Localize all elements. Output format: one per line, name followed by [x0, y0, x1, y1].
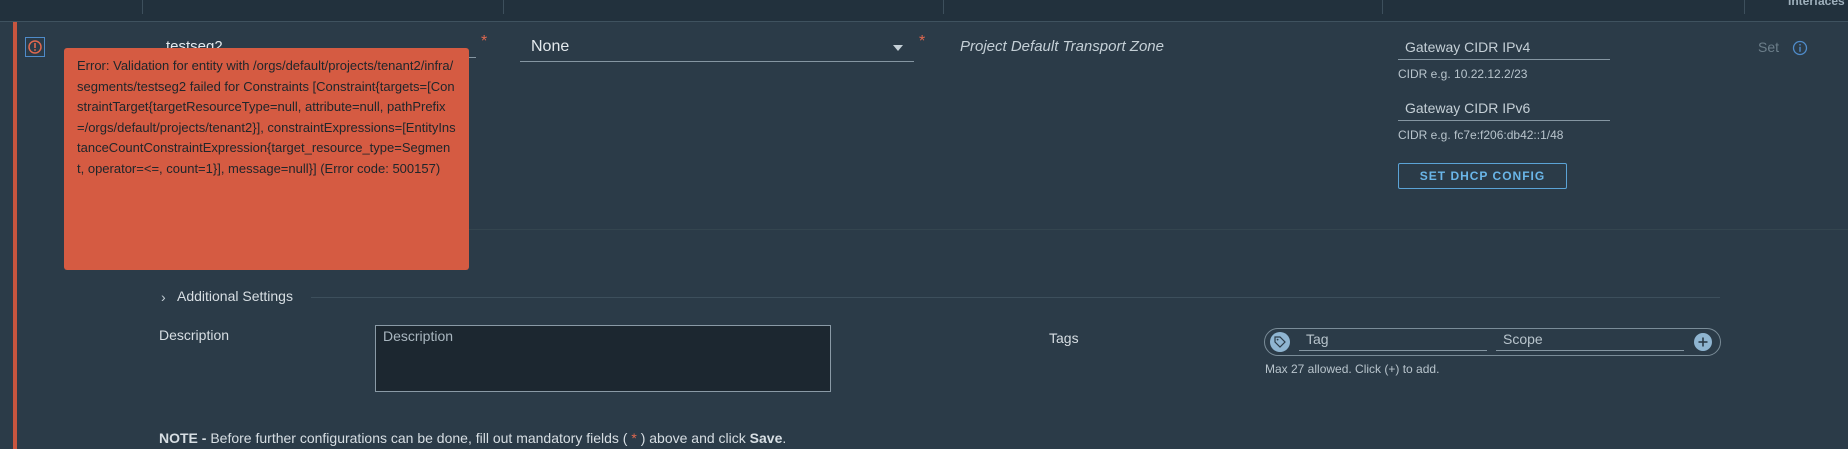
note-save: Save: [749, 430, 783, 446]
additional-settings-toggle[interactable]: Additional Settings: [177, 288, 293, 304]
tag-input-group: Tag Scope: [1264, 328, 1721, 356]
note-text: Before further configurations can be don…: [206, 430, 632, 446]
tag-placeholder: Tag: [1306, 331, 1329, 347]
connected-gateway-underline: [520, 61, 914, 62]
description-placeholder: Description: [383, 328, 454, 344]
note-end: .: [782, 430, 787, 446]
error-tooltip: Error: Validation for entity with /orgs/…: [64, 48, 469, 270]
divider: [311, 297, 1720, 298]
note-prefix: NOTE -: [159, 430, 207, 446]
chevron-right-icon[interactable]: ›: [161, 289, 166, 305]
table-header: Interfaces: [0, 0, 1848, 22]
gateway-cidr-ipv4-input[interactable]: Gateway CIDR IPv4: [1398, 37, 1610, 60]
required-marker: *: [481, 33, 488, 50]
info-icon[interactable]: [1792, 40, 1808, 59]
description-label: Description: [159, 327, 230, 343]
required-marker: *: [919, 33, 926, 50]
add-tag-icon[interactable]: [1694, 333, 1712, 351]
tags-hint: Max 27 allowed. Click (+) to add.: [1265, 362, 1440, 376]
column-separator: [943, 0, 944, 14]
interfaces-set-link[interactable]: Set: [1758, 39, 1779, 55]
tag-icon: [1270, 332, 1290, 352]
gateway-cidr-ipv6-hint: CIDR e.g. fc7e:f206:db42::1/48: [1398, 128, 1564, 142]
description-textarea[interactable]: Description: [375, 325, 831, 392]
column-separator: [503, 0, 504, 14]
tags-label: Tags: [1049, 330, 1079, 346]
gateway-cidr-ipv6-input[interactable]: Gateway CIDR IPv6: [1398, 98, 1610, 121]
dropdown-caret-icon[interactable]: [893, 45, 903, 51]
note-text-after: ) above and click: [636, 430, 750, 446]
error-row-indicator: [0, 22, 17, 449]
scope-input[interactable]: Scope: [1496, 331, 1684, 351]
mandatory-fields-note: NOTE - Before further configurations can…: [159, 430, 786, 446]
column-separator: [1744, 0, 1745, 14]
connected-gateway-select[interactable]: None: [531, 38, 569, 56]
gateway-cidr-ipv4-placeholder: Gateway CIDR IPv4: [1405, 39, 1531, 55]
column-separator: [142, 0, 143, 14]
gateway-cidr-ipv4-hint: CIDR e.g. 10.22.12.2/23: [1398, 67, 1528, 81]
set-dhcp-config-button[interactable]: SET DHCP CONFIG: [1398, 163, 1567, 189]
interfaces-column-header: Interfaces: [1788, 0, 1845, 8]
transport-zone: Project Default Transport Zone: [960, 38, 1164, 55]
scope-placeholder: Scope: [1503, 331, 1543, 347]
error-icon[interactable]: [25, 37, 45, 57]
tag-input[interactable]: Tag: [1299, 331, 1487, 351]
column-separator: [1382, 0, 1383, 14]
gateway-cidr-ipv6-placeholder: Gateway CIDR IPv6: [1405, 100, 1531, 116]
